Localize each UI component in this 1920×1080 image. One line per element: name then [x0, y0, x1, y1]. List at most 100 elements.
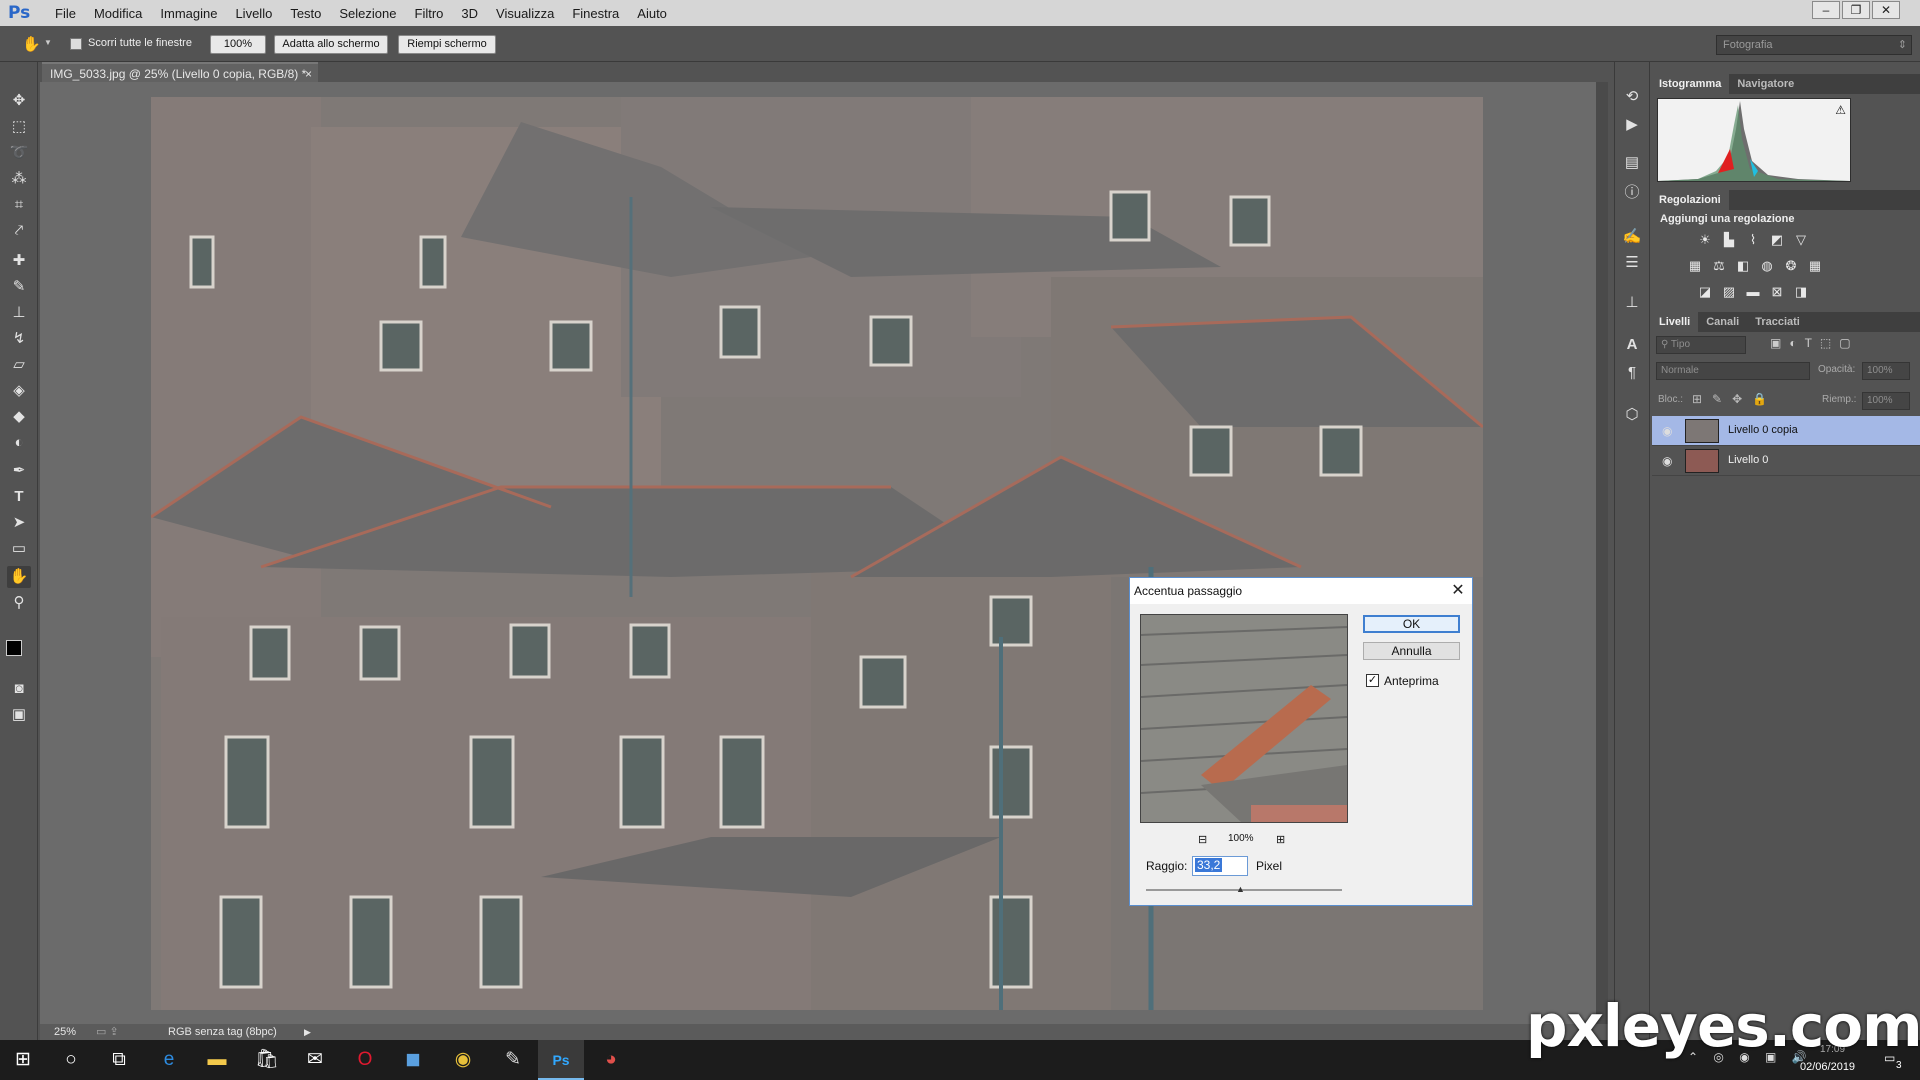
warning-icon[interactable]: ⚠	[1835, 103, 1846, 117]
brightness-icon[interactable]: ☀	[1696, 232, 1714, 248]
properties-panel-icon[interactable]: ▤	[1620, 152, 1644, 174]
ok-button[interactable]: OK	[1363, 615, 1460, 633]
edge-browser-icon[interactable]: e	[146, 1040, 192, 1080]
blur-tool-icon[interactable]: ◆	[7, 406, 31, 428]
dialog-close-icon[interactable]: ✕	[1448, 581, 1468, 601]
3d-panel-icon[interactable]: ⬡	[1620, 404, 1644, 426]
fit-screen-button[interactable]: Adatta allo schermo	[274, 35, 388, 54]
close-tab-icon[interactable]: ×	[305, 64, 312, 84]
tab-histogram[interactable]: Istogramma	[1651, 74, 1730, 94]
zoom-out-icon[interactable]: ⊟	[1198, 833, 1207, 846]
eraser-tool-icon[interactable]: ▱	[7, 354, 31, 376]
levels-icon[interactable]: ▙	[1720, 232, 1738, 248]
lock-icons[interactable]: ⊞✎✥🔒	[1692, 392, 1777, 406]
history-panel-icon[interactable]: ⟲	[1620, 86, 1644, 108]
menu-finestra[interactable]: Finestra	[563, 6, 628, 21]
move-tool-icon[interactable]: ✥	[7, 90, 31, 112]
zoom-readout[interactable]: 25%	[54, 1024, 76, 1040]
tab-paths[interactable]: Tracciati	[1747, 312, 1808, 332]
menu-filtro[interactable]: Filtro	[406, 6, 453, 21]
brush-tool-icon[interactable]: ✎	[7, 276, 31, 298]
paint-bucket-tool-icon[interactable]: ◈	[7, 380, 31, 402]
filter-preview[interactable]	[1140, 614, 1348, 823]
paint-app-icon[interactable]: ✎	[490, 1040, 536, 1080]
hue-saturation-icon[interactable]: ▦	[1686, 258, 1704, 274]
zoom-in-icon[interactable]: ⊞	[1276, 833, 1285, 846]
layer-filter-icons[interactable]: ▣◐T⬚▢	[1770, 336, 1859, 350]
mail-icon[interactable]: ✉	[292, 1040, 338, 1080]
lasso-tool-icon[interactable]: ➰	[7, 142, 31, 164]
eyedropper-tool-icon[interactable]: ⤤	[7, 220, 31, 242]
layer-row[interactable]: ◉ Livello 0	[1652, 446, 1920, 476]
menu-selezione[interactable]: Selezione	[330, 6, 405, 21]
type-tool-icon[interactable]: T	[7, 486, 31, 508]
restore-button[interactable]: ❐	[1842, 1, 1870, 19]
photo-filter-icon[interactable]: ◍	[1758, 258, 1776, 274]
close-button[interactable]: ✕	[1872, 1, 1900, 19]
tab-adjustments[interactable]: Regolazioni	[1651, 190, 1729, 210]
opera-icon[interactable]: O	[342, 1040, 388, 1080]
store-icon[interactable]: 🛍	[244, 1040, 290, 1080]
color-app-icon[interactable]: ◕	[588, 1040, 634, 1080]
cancel-button[interactable]: Annulla	[1363, 642, 1460, 660]
fill-input[interactable]: 100%	[1862, 392, 1910, 410]
color-lookup-icon[interactable]: ▦	[1806, 258, 1824, 274]
layer-row-selected[interactable]: ◉ Livello 0 copia	[1652, 416, 1920, 446]
layer-filter-select[interactable]: ⚲ Tipo	[1656, 336, 1746, 354]
brush-presets-icon[interactable]: ✍	[1620, 226, 1644, 248]
visibility-eye-icon[interactable]: ◉	[1662, 454, 1672, 468]
menu-aiuto[interactable]: Aiuto	[628, 6, 676, 21]
task-view-icon[interactable]: ⧉	[96, 1040, 142, 1080]
character-panel-icon[interactable]: A	[1620, 334, 1644, 356]
photoshop-taskbar-icon[interactable]: Ps	[538, 1040, 584, 1080]
clone-stamp-tool-icon[interactable]: ⊥	[7, 302, 31, 324]
minimize-button[interactable]: –	[1812, 1, 1840, 19]
document-tab[interactable]: IMG_5033.jpg @ 25% (Livello 0 copia, RGB…	[42, 62, 318, 82]
paragraph-panel-icon[interactable]: ¶	[1620, 362, 1644, 384]
tab-navigator[interactable]: Navigatore	[1729, 74, 1802, 94]
blend-mode-select[interactable]: Normale	[1656, 362, 1810, 380]
path-selection-tool-icon[interactable]: ➤	[7, 512, 31, 534]
foreground-color-swatch[interactable]	[6, 640, 22, 656]
start-windows-icon[interactable]: ⊞	[0, 1040, 46, 1080]
pen-tool-icon[interactable]: ✒	[7, 460, 31, 482]
vertical-scrollbar[interactable]	[1596, 82, 1608, 1024]
screen-mode-icon[interactable]: ▣	[7, 704, 31, 726]
menu-testo[interactable]: Testo	[281, 6, 330, 21]
menu-visualizza[interactable]: Visualizza	[487, 6, 563, 21]
gradient-map-icon[interactable]: ◨	[1792, 284, 1810, 300]
tool-preset-chevron-icon[interactable]: ▼	[44, 38, 52, 47]
brush-panel-icon[interactable]: ☰	[1620, 252, 1644, 274]
marquee-tool-icon[interactable]: ⬚	[7, 116, 31, 138]
color-balance-icon[interactable]: ⚖	[1710, 258, 1728, 274]
actions-panel-icon[interactable]: ▶	[1620, 114, 1644, 136]
crop-tool-icon[interactable]: ⌗	[7, 194, 31, 216]
visibility-eye-icon[interactable]: ◉	[1662, 424, 1672, 438]
threshold-icon[interactable]: ▬	[1744, 284, 1762, 300]
preview-checkbox[interactable]: ✓	[1366, 674, 1379, 687]
chrome-icon[interactable]: ◉	[440, 1040, 486, 1080]
clone-source-icon[interactable]: ⊥	[1620, 292, 1644, 314]
vibrance-icon[interactable]: ▽	[1792, 232, 1810, 248]
healing-brush-tool-icon[interactable]: ✚	[7, 250, 31, 272]
zoom-100-button[interactable]: 100%	[210, 35, 266, 54]
quick-selection-tool-icon[interactable]: ⁂	[7, 168, 31, 190]
workspace-select[interactable]: Fotografia ⇕	[1716, 35, 1912, 55]
zoom-tool-icon[interactable]: ⚲	[7, 592, 31, 614]
curves-icon[interactable]: ⌇	[1744, 232, 1762, 248]
posterize-icon[interactable]: ▨	[1720, 284, 1738, 300]
file-explorer-icon[interactable]: ▬	[194, 1040, 240, 1080]
radius-slider-thumb[interactable]: ▲	[1236, 884, 1245, 894]
quick-mask-icon[interactable]: ◙	[7, 678, 31, 700]
menu-livello[interactable]: Livello	[226, 6, 281, 21]
history-brush-tool-icon[interactable]: ↯	[7, 328, 31, 350]
selective-color-icon[interactable]: ⊠	[1768, 284, 1786, 300]
black-white-icon[interactable]: ◧	[1734, 258, 1752, 274]
tab-layers[interactable]: Livelli	[1651, 312, 1699, 332]
info-panel-icon[interactable]: ⓘ	[1620, 182, 1644, 204]
dodge-tool-icon[interactable]: ◐	[7, 432, 31, 454]
menu-modifica[interactable]: Modifica	[85, 6, 151, 21]
status-menu-arrow-icon[interactable]: ▶	[304, 1024, 311, 1040]
menu-file[interactable]: File	[46, 6, 85, 21]
fill-screen-button[interactable]: Riempi schermo	[398, 35, 496, 54]
